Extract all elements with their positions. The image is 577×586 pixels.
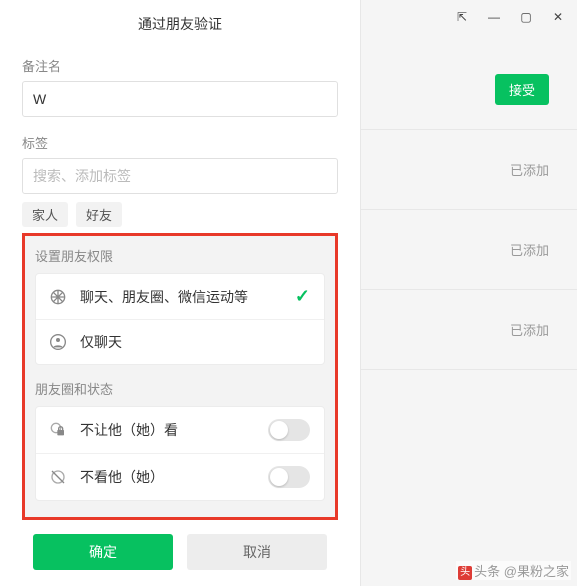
tags-label: 标签 — [22, 133, 338, 152]
window-controls: ⇱ — ▢ ✕ — [455, 0, 577, 28]
tags-placeholder: 搜索、添加标签 — [33, 166, 131, 186]
watermark: 头头条 @果粉之家 — [456, 561, 571, 580]
toggle-hide-from-them[interactable] — [268, 419, 310, 441]
dialog-title: 通过朋友验证 — [22, 0, 338, 48]
maximize-icon[interactable]: ▢ — [519, 10, 533, 24]
permissions-title: 设置朋友权限 — [35, 246, 325, 265]
moments-option-label: 不看他（她） — [80, 467, 268, 487]
added-status: 已添加 — [510, 320, 549, 339]
minimize-icon[interactable]: — — [487, 10, 501, 24]
watermark-icon: 头 — [458, 566, 472, 580]
perm-option-full[interactable]: 聊天、朋友圈、微信运动等 ✓ — [36, 274, 324, 319]
eye-off-globe-icon — [50, 469, 70, 485]
pin-icon[interactable]: ⇱ — [455, 10, 469, 24]
permission-card-main: 聊天、朋友圈、微信运动等 ✓ 仅聊天 — [35, 273, 325, 365]
permission-card-moments: 不让他（她）看 不看他（她） — [35, 406, 325, 501]
moments-title: 朋友圈和状态 — [35, 379, 325, 398]
aperture-icon — [50, 289, 70, 305]
right-pane: ⇱ — ▢ ✕ 接受 已添加 已添加 H 已添加 — [360, 0, 577, 586]
dialog-buttons: 确定 取消 — [22, 520, 338, 586]
cancel-button[interactable]: 取消 — [187, 534, 327, 570]
lock-globe-icon — [50, 422, 70, 438]
accept-button[interactable]: 接受 — [495, 74, 549, 105]
close-icon[interactable]: ✕ — [551, 10, 565, 24]
tags-input[interactable]: 搜索、添加标签 — [22, 158, 338, 194]
watermark-text: @果粉之家 — [504, 564, 569, 579]
tag-suggestions: 家人 好友 — [22, 202, 338, 227]
moments-hide-from-them[interactable]: 不让他（她）看 — [36, 407, 324, 453]
person-circle-icon — [50, 334, 70, 350]
friend-row-added-3: H 已添加 — [361, 290, 577, 370]
friend-row-added-2: 已添加 — [361, 210, 577, 290]
tag-chip-family[interactable]: 家人 — [22, 202, 68, 227]
permissions-highlight-box: 设置朋友权限 聊天、朋友圈、微信运动等 ✓ 仅聊天 朋友圈和状态 — [22, 233, 338, 520]
added-status: 已添加 — [510, 240, 549, 259]
friend-row-added-1: 已添加 — [361, 130, 577, 210]
watermark-prefix: 头条 — [474, 564, 504, 579]
confirm-button[interactable]: 确定 — [33, 534, 173, 570]
moments-hide-their[interactable]: 不看他（她） — [36, 453, 324, 500]
remark-label: 备注名 — [22, 56, 338, 75]
toggle-hide-their[interactable] — [268, 466, 310, 488]
tag-chip-friend[interactable]: 好友 — [76, 202, 122, 227]
perm-option-label: 聊天、朋友圈、微信运动等 — [80, 287, 295, 307]
remark-input[interactable] — [22, 81, 338, 117]
friend-verify-dialog: 通过朋友验证 备注名 标签 搜索、添加标签 家人 好友 设置朋友权限 聊天、朋友… — [0, 0, 360, 586]
check-icon: ✓ — [295, 286, 310, 307]
perm-option-label: 仅聊天 — [80, 332, 310, 352]
moments-option-label: 不让他（她）看 — [80, 420, 268, 440]
friend-request-row: 接受 — [361, 50, 577, 130]
added-status: 已添加 — [510, 160, 549, 179]
perm-option-chatonly[interactable]: 仅聊天 — [36, 319, 324, 364]
